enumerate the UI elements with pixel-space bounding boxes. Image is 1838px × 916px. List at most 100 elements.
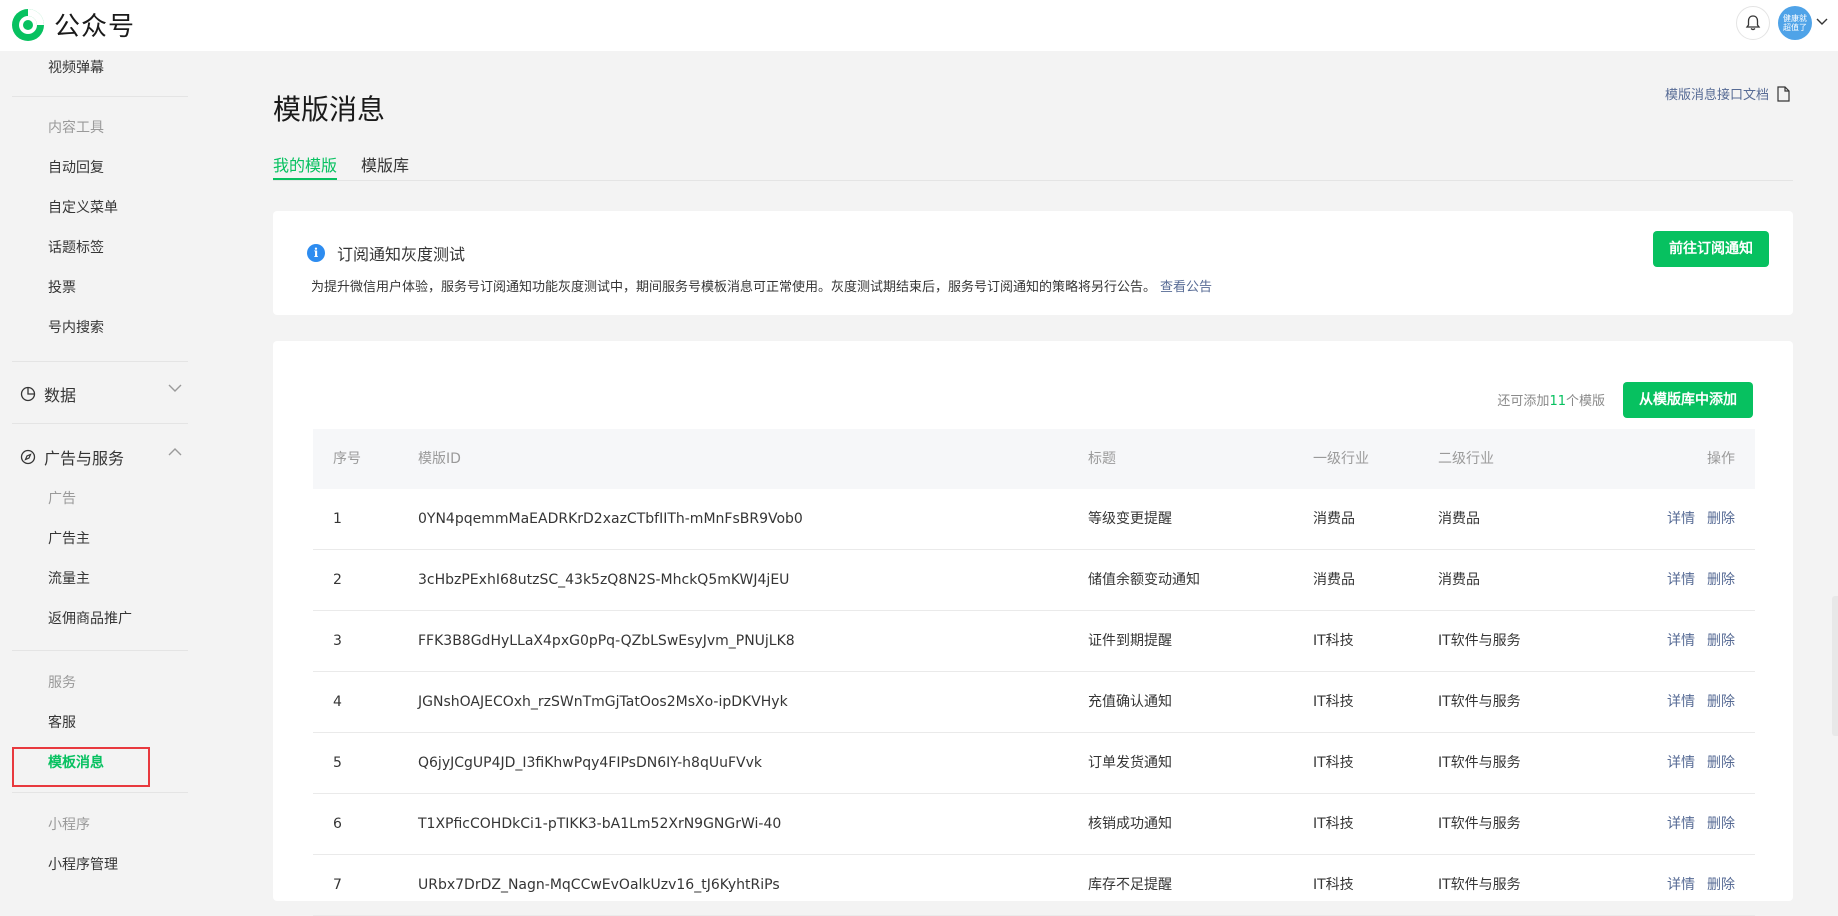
sidebar-section-label: 数据 <box>44 386 77 405</box>
tab-template-library[interactable]: 模版库 <box>361 152 409 176</box>
header-primary-industry: 一级行业 <box>1313 451 1369 467</box>
app-name: 公众号 <box>54 12 136 42</box>
sidebar-item-publisher[interactable]: 流量主 <box>48 568 90 588</box>
row-secondary-industry: 消费品 <box>1438 572 1480 588</box>
row-template-id: FFK3B8GdHyLLaX4pxG0pPq-QZbLSwEsyJvm_PNUj… <box>418 633 795 649</box>
template-list-card: 还可添加11个模版 从模版库中添加 序号 模版ID 标题 一级行业 二级行业 操… <box>273 341 1793 916</box>
sidebar-group-service: 服务 <box>48 675 76 691</box>
row-actions: 详情 删除 <box>1667 855 1735 915</box>
row-primary-industry: 消费品 <box>1313 572 1355 588</box>
detail-link[interactable]: 详情 <box>1667 633 1695 649</box>
divider <box>12 361 188 362</box>
sidebar-item-mini-program-manage[interactable]: 小程序管理 <box>48 854 118 874</box>
delete-link[interactable]: 删除 <box>1707 633 1735 649</box>
sidebar-item-customer-service[interactable]: 客服 <box>48 712 76 732</box>
row-no: 6 <box>333 816 342 832</box>
row-primary-industry: IT科技 <box>1313 755 1354 771</box>
sidebar-section-ads-service[interactable]: 广告与服务 <box>20 445 182 469</box>
header-no: 序号 <box>333 451 361 467</box>
tab-bar: 我的模版 模版库 <box>273 150 1793 181</box>
row-secondary-industry: 消费品 <box>1438 511 1480 527</box>
row-template-id: Q6jyJCgUP4JD_I3fiKhwPqy4FIPsDN6IY-h8qUuF… <box>418 755 762 771</box>
detail-link[interactable]: 详情 <box>1667 877 1695 893</box>
row-actions: 详情 删除 <box>1667 672 1735 732</box>
row-template-id: URbx7DrDZ_Nagn-MqCCwEvOalkUzv16_tJ6KyhtR… <box>418 877 780 893</box>
sidebar-item-vote[interactable]: 投票 <box>48 277 76 297</box>
row-title: 核销成功通知 <box>1088 816 1172 832</box>
row-title: 等级变更提醒 <box>1088 511 1172 527</box>
divider <box>12 96 188 97</box>
remaining-prefix: 还可添加 <box>1497 394 1550 409</box>
sidebar-item-auto-reply[interactable]: 自动回复 <box>48 157 104 177</box>
detail-link[interactable]: 详情 <box>1667 755 1695 771</box>
table-row: 1 0YN4pqemmMaEADRKrD2xazCTbfIITh-mMnFsBR… <box>313 489 1755 550</box>
delete-link[interactable]: 删除 <box>1707 877 1735 893</box>
detail-link[interactable]: 详情 <box>1667 694 1695 710</box>
sidebar-item-advertiser[interactable]: 广告主 <box>48 528 90 548</box>
row-title: 证件到期提醒 <box>1088 633 1172 649</box>
row-title: 订单发货通知 <box>1088 755 1172 771</box>
row-actions: 详情 删除 <box>1667 794 1735 854</box>
delete-link[interactable]: 删除 <box>1707 694 1735 710</box>
api-doc-link-label: 模版消息接口文档 <box>1664 88 1769 103</box>
bell-icon <box>1745 15 1761 31</box>
sidebar-item-search[interactable]: 号内搜索 <box>48 317 104 337</box>
row-primary-industry: IT科技 <box>1313 816 1354 832</box>
detail-link[interactable]: 详情 <box>1667 511 1695 527</box>
delete-link[interactable]: 删除 <box>1707 511 1735 527</box>
notification-button[interactable] <box>1736 6 1770 40</box>
view-announcement-link[interactable]: 查看公告 <box>1160 280 1212 295</box>
row-title: 库存不足提醒 <box>1088 877 1172 893</box>
remaining-number: 11 <box>1549 394 1566 409</box>
notice-description-text: 为提升微信用户体验，服务号订阅通知功能灰度测试中，期间服务号模板消息可正常使用。… <box>311 280 1157 295</box>
tab-my-templates[interactable]: 我的模版 <box>273 152 337 176</box>
compass-icon <box>20 449 36 465</box>
row-template-id: JGNshOAJECOxh_rzSWnTmGjTatOos2MsXo-ipDKV… <box>418 694 788 710</box>
delete-link[interactable]: 删除 <box>1707 572 1735 588</box>
row-secondary-industry: IT软件与服务 <box>1438 877 1521 893</box>
row-no: 1 <box>333 511 342 527</box>
detail-link[interactable]: 详情 <box>1667 816 1695 832</box>
document-icon <box>1777 85 1790 102</box>
add-from-library-button[interactable]: 从模版库中添加 <box>1623 382 1753 418</box>
notice-title-text: 订阅通知灰度测试 <box>337 245 466 264</box>
wechat-mp-logo-icon <box>12 8 44 41</box>
api-doc-link[interactable]: 模版消息接口文档 <box>1665 84 1790 103</box>
logo[interactable]: 公众号 <box>10 6 135 43</box>
table-row: 7 URbx7DrDZ_Nagn-MqCCwEvOalkUzv16_tJ6Kyh… <box>313 855 1755 916</box>
sidebar-item-video-danmaku[interactable]: 视频弹幕 <box>48 57 104 77</box>
remaining-count: 还可添加11个模版 <box>1497 390 1605 409</box>
header-secondary-industry: 二级行业 <box>1438 451 1494 467</box>
sidebar-item-commission[interactable]: 返佣商品推广 <box>48 608 132 628</box>
delete-link[interactable]: 删除 <box>1707 816 1735 832</box>
detail-link[interactable]: 详情 <box>1667 572 1695 588</box>
row-primary-industry: IT科技 <box>1313 877 1354 893</box>
remaining-suffix: 个模版 <box>1565 394 1605 409</box>
divider <box>12 650 188 651</box>
notice-title: i 订阅通知灰度测试 <box>307 241 465 265</box>
sidebar-section-data[interactable]: 数据 <box>20 382 182 406</box>
table-row: 4 JGNshOAJECOxh_rzSWnTmGjTatOos2MsXo-ipD… <box>313 672 1755 733</box>
row-title: 充值确认通知 <box>1088 694 1172 710</box>
row-primary-industry: IT科技 <box>1313 694 1354 710</box>
avatar[interactable]: 健康就 超值了 <box>1778 6 1812 40</box>
sidebar-group-ads: 广告 <box>48 491 76 507</box>
row-no: 2 <box>333 572 342 588</box>
notice-card: i 订阅通知灰度测试 为提升微信用户体验，服务号订阅通知功能灰度测试中，期间服务… <box>273 211 1793 315</box>
page-title: 模版消息 <box>273 93 386 126</box>
row-no: 5 <box>333 755 342 771</box>
go-subscription-button[interactable]: 前往订阅通知 <box>1653 231 1769 267</box>
scrollbar[interactable] <box>1832 596 1838 736</box>
active-tab-indicator <box>273 178 337 180</box>
row-actions: 详情 删除 <box>1667 550 1735 610</box>
row-primary-industry: 消费品 <box>1313 511 1355 527</box>
sidebar-group-mini-program: 小程序 <box>48 817 90 833</box>
sidebar-item-topic-tags[interactable]: 话题标签 <box>48 237 104 257</box>
sidebar-item-custom-menu[interactable]: 自定义菜单 <box>48 197 118 217</box>
row-actions: 详情 删除 <box>1667 611 1735 671</box>
row-secondary-industry: IT软件与服务 <box>1438 816 1521 832</box>
row-title: 储值余额变动通知 <box>1088 572 1200 588</box>
chevron-down-icon[interactable] <box>1816 18 1828 26</box>
delete-link[interactable]: 删除 <box>1707 755 1735 771</box>
template-table: 序号 模版ID 标题 一级行业 二级行业 操作 1 0YN4pqemmMaEAD… <box>313 429 1755 916</box>
